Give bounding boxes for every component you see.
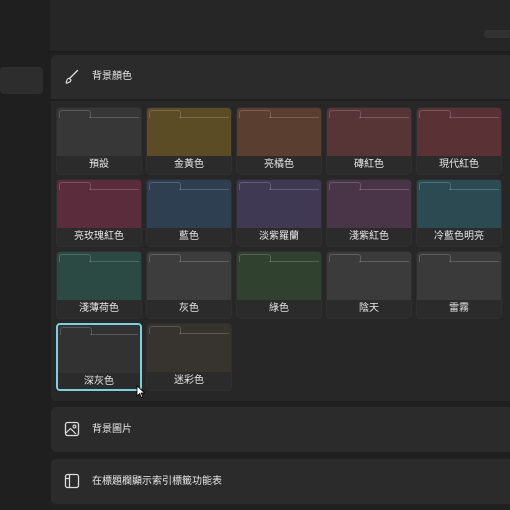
swatch-preview bbox=[417, 108, 501, 156]
swatch-preview bbox=[57, 180, 141, 228]
color-swatch[interactable]: 金黃色 bbox=[146, 107, 232, 175]
color-swatch[interactable]: 深灰色 bbox=[56, 323, 142, 391]
swatch-preview bbox=[237, 108, 321, 156]
color-swatch[interactable]: 灰色 bbox=[146, 251, 232, 319]
swatch-tab-outline bbox=[60, 327, 92, 335]
swatch-tab-line bbox=[359, 189, 409, 190]
swatch-tab-line bbox=[179, 261, 229, 262]
swatch-tab-outline bbox=[329, 110, 361, 118]
tab-menu-label: 在標題欄顯示索引標籤功能表 bbox=[92, 476, 222, 487]
swatch-preview bbox=[237, 252, 321, 300]
swatch-label: 綠色 bbox=[269, 303, 289, 314]
background-image-label: 背景圖片 bbox=[92, 424, 132, 435]
swatch-tab-outline bbox=[59, 254, 91, 262]
swatch-preview bbox=[147, 108, 231, 156]
paintbrush-icon bbox=[65, 69, 79, 84]
swatch-preview bbox=[327, 180, 411, 228]
swatch-label: 迷彩色 bbox=[174, 375, 204, 386]
swatch-preview bbox=[57, 108, 141, 156]
color-swatch[interactable]: 預設 bbox=[56, 107, 142, 175]
image-icon bbox=[64, 421, 80, 437]
swatch-tab-line bbox=[449, 189, 499, 190]
swatch-tab-outline bbox=[419, 110, 451, 118]
swatch-tab-outline bbox=[419, 254, 451, 262]
swatch-preview bbox=[327, 108, 411, 156]
color-swatch[interactable]: 冷藍色明亮 bbox=[416, 179, 502, 247]
tab-menu-row[interactable]: 在標題欄顯示索引標籤功能表 bbox=[51, 459, 510, 504]
sidebar-selected-item[interactable] bbox=[0, 67, 43, 94]
swatch-tab-line bbox=[269, 261, 319, 262]
swatch-tab-outline bbox=[59, 110, 91, 118]
swatch-label: 磚紅色 bbox=[354, 159, 384, 170]
swatch-preview bbox=[58, 325, 140, 373]
swatch-tab-outline bbox=[149, 110, 181, 118]
swatch-tab-outline bbox=[149, 326, 181, 334]
swatch-label: 淺紫紅色 bbox=[349, 231, 389, 242]
swatch-label: 亮橘色 bbox=[264, 159, 294, 170]
swatch-tab-outline bbox=[149, 254, 181, 262]
swatch-preview bbox=[57, 252, 141, 300]
swatch-label: 陰天 bbox=[359, 303, 379, 314]
swatch-tab-outline bbox=[419, 182, 451, 190]
swatch-tab-line bbox=[449, 117, 499, 118]
swatch-label: 亮玫瑰紅色 bbox=[74, 231, 124, 242]
swatch-tab-line bbox=[179, 189, 229, 190]
swatch-tab-line bbox=[449, 261, 499, 262]
swatch-label: 現代紅色 bbox=[439, 159, 479, 170]
previous-setting-card bbox=[50, 0, 510, 52]
background-color-label: 背景顏色 bbox=[92, 71, 132, 82]
mouse-cursor-icon bbox=[136, 385, 146, 399]
color-swatch[interactable]: 淡紫羅蘭 bbox=[236, 179, 322, 247]
swatch-label: 雷霧 bbox=[449, 303, 469, 314]
color-swatch[interactable]: 現代紅色 bbox=[416, 107, 502, 175]
swatch-label: 藍色 bbox=[179, 231, 199, 242]
swatch-label: 預設 bbox=[89, 159, 109, 170]
swatch-tab-outline bbox=[329, 254, 361, 262]
swatch-label: 淺薄荷色 bbox=[79, 303, 119, 314]
background-color-header[interactable]: 背景顏色 bbox=[51, 55, 510, 100]
color-swatch[interactable]: 藍色 bbox=[146, 179, 232, 247]
swatch-label: 灰色 bbox=[179, 303, 199, 314]
swatch-tab-line bbox=[359, 117, 409, 118]
swatch-tab-line bbox=[89, 117, 139, 118]
swatch-tab-line bbox=[179, 333, 229, 334]
swatch-preview bbox=[147, 324, 231, 372]
swatch-tab-outline bbox=[59, 182, 91, 190]
swatch-preview bbox=[147, 252, 231, 300]
swatch-tab-line bbox=[89, 189, 139, 190]
left-sidebar bbox=[0, 0, 50, 510]
color-swatch[interactable]: 磚紅色 bbox=[326, 107, 412, 175]
color-swatch[interactable]: 淺紫紅色 bbox=[326, 179, 412, 247]
swatch-tab-outline bbox=[239, 182, 271, 190]
background-image-row[interactable]: 背景圖片 bbox=[51, 407, 510, 452]
previous-setting-control[interactable] bbox=[484, 30, 510, 38]
swatch-tab-line bbox=[90, 334, 138, 335]
swatch-preview bbox=[417, 252, 501, 300]
color-swatch[interactable]: 亮橘色 bbox=[236, 107, 322, 175]
swatch-tab-line bbox=[179, 117, 229, 118]
swatch-preview bbox=[327, 252, 411, 300]
swatch-tab-line bbox=[89, 261, 139, 262]
color-swatch[interactable]: 陰天 bbox=[326, 251, 412, 319]
swatch-tab-line bbox=[269, 117, 319, 118]
swatch-label: 冷藍色明亮 bbox=[434, 231, 484, 242]
swatch-tab-outline bbox=[239, 110, 271, 118]
swatch-tab-line bbox=[359, 261, 409, 262]
swatch-preview bbox=[417, 180, 501, 228]
swatch-label: 金黃色 bbox=[174, 159, 204, 170]
color-swatch[interactable]: 淺薄荷色 bbox=[56, 251, 142, 319]
swatch-tab-outline bbox=[329, 182, 361, 190]
color-swatch[interactable]: 綠色 bbox=[236, 251, 322, 319]
swatch-preview bbox=[237, 180, 321, 228]
color-swatch[interactable]: 迷彩色 bbox=[146, 323, 232, 391]
color-swatch[interactable]: 亮玫瑰紅色 bbox=[56, 179, 142, 247]
window-tab-icon bbox=[64, 473, 80, 489]
swatch-label: 淡紫羅蘭 bbox=[259, 231, 299, 242]
swatch-preview bbox=[147, 180, 231, 228]
swatch-tab-outline bbox=[149, 182, 181, 190]
swatch-tab-line bbox=[269, 189, 319, 190]
swatch-tab-outline bbox=[239, 254, 271, 262]
color-swatch[interactable]: 雷霧 bbox=[416, 251, 502, 319]
swatch-label: 深灰色 bbox=[84, 376, 114, 387]
